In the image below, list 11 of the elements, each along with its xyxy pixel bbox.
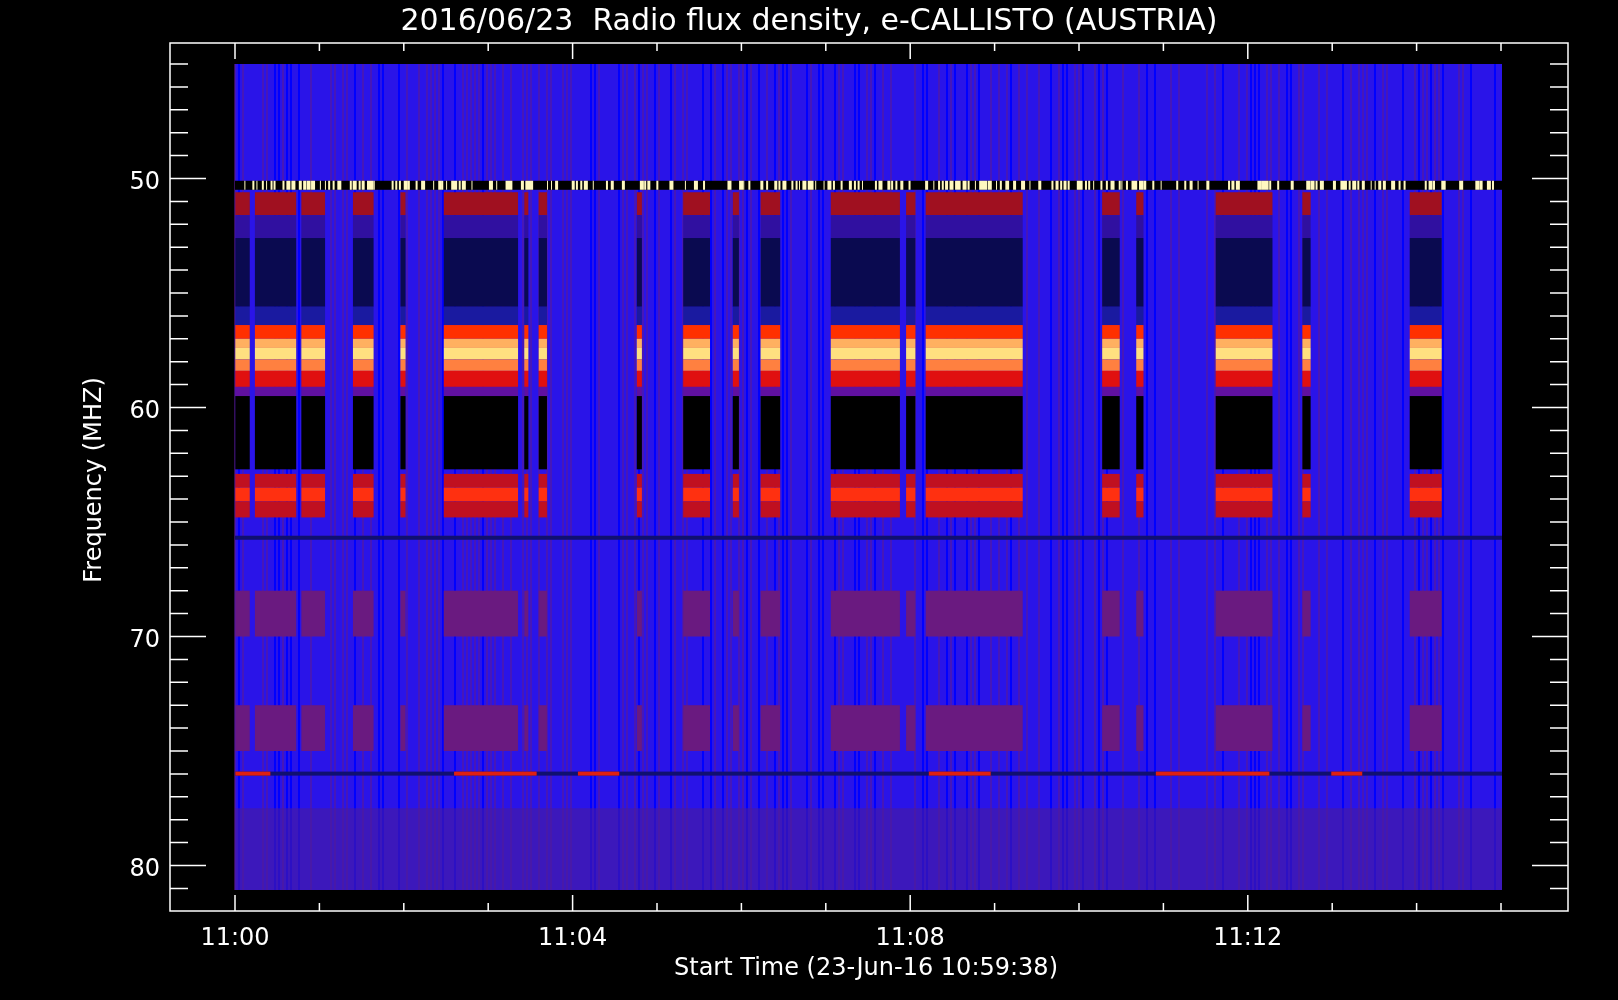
chart-title: 2016/06/23 Radio flux density, e-CALLISTO (AUSTRIA)	[400, 2, 1218, 37]
y-tick-label: 60	[129, 395, 160, 424]
x-tick-label: 11:12	[1213, 923, 1283, 951]
x-axis-title: Start Time (23-Jun-16 10:59:38)	[674, 953, 1058, 981]
y-axis-title: Frequency (MHZ)	[79, 377, 107, 583]
x-tick-label: 11:04	[538, 923, 608, 951]
x-tick-label: 11:00	[200, 923, 270, 951]
x-tick-label: 11:08	[875, 923, 945, 951]
y-tick-label: 80	[129, 853, 160, 882]
y-tick-label: 70	[129, 624, 160, 653]
y-tick-label: 50	[129, 166, 160, 195]
